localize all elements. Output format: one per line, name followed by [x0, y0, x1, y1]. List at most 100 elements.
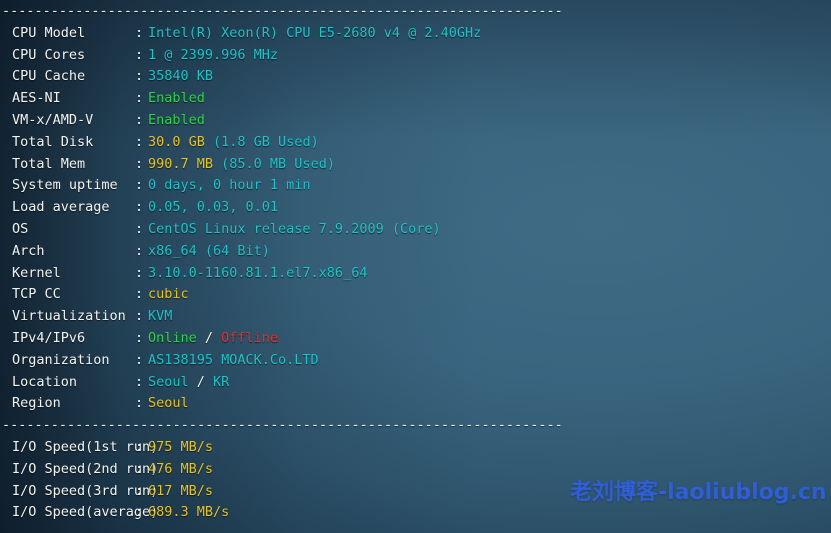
row-label: IPv4/IPv6	[12, 329, 86, 346]
value-part: KVM	[148, 308, 173, 325]
info-row: Total Disk:30.0 GB (1.8 GB Used)	[0, 132, 831, 154]
row-colon: :	[135, 220, 144, 237]
value-part: x86_64 (64 Bit)	[148, 242, 270, 259]
row-value: 0.05, 0.03, 0.01	[148, 199, 278, 215]
value-part: 1 @ 2399.996 MHz	[148, 46, 279, 63]
info-row: CPU Cache:35840 KB	[0, 66, 831, 88]
row-value: 476 MB/s	[148, 461, 213, 477]
value-part: KR	[213, 373, 230, 390]
row-value: KVM	[148, 308, 172, 324]
row-colon: :	[135, 482, 144, 499]
value-part: CentOS Linux release 7.9.2009 (Core)	[148, 220, 441, 237]
value-part: Enabled	[148, 90, 205, 107]
value-part: cubic	[148, 286, 189, 303]
row-label: I/O Speed(3rd run)	[12, 482, 159, 499]
row-colon: :	[135, 286, 144, 303]
info-row: CPU Cores:1 @ 2399.996 MHz	[0, 45, 831, 67]
value-part: 617 MB/s	[148, 482, 214, 499]
section-system-info: CPU Model: Intel(R) Xeon(R) CPU E5-2680 v…	[0, 23, 831, 415]
row-label: Organization	[12, 351, 110, 368]
row-colon: :	[135, 264, 144, 281]
row-value: Seoul	[148, 395, 189, 411]
value-part: 30.0 GB	[148, 133, 205, 150]
row-value: Seoul / KR	[148, 374, 229, 390]
separator-line: ----------------------------------------…	[0, 524, 831, 533]
site-watermark: 老刘博客-laoliublog.cn	[570, 480, 827, 505]
value-part: 975 MB/s	[148, 438, 214, 455]
value-part: Intel(R) Xeon(R) CPU E5-2680 v4 @ 2.40GH…	[148, 24, 482, 41]
info-row: VM-x/AMD-V: Enabled	[0, 110, 831, 132]
value-part: Online	[148, 329, 197, 346]
row-colon: :	[135, 177, 144, 194]
row-value: x86_64 (64 Bit)	[148, 243, 270, 259]
value-part: 0 days, 0 hour 1 min	[148, 177, 311, 194]
row-label: Kernel	[12, 264, 61, 281]
info-row: I/O Speed(average): 689.3 MB/s	[0, 502, 831, 524]
row-value: 975 MB/s	[148, 439, 213, 455]
value-part: /	[196, 329, 222, 346]
row-label: System uptime	[12, 177, 118, 194]
row-value: 1 @ 2399.996 MHz	[148, 47, 278, 63]
value-part: 476 MB/s	[148, 460, 214, 477]
info-row: Load average:0.05, 0.03, 0.01	[0, 197, 831, 219]
info-row: Arch: x86_64 (64 Bit)	[0, 241, 831, 263]
row-value: 617 MB/s	[148, 483, 213, 499]
row-label: Virtualization	[12, 308, 126, 325]
separator-line: ----------------------------------------…	[2, 417, 563, 434]
row-colon: :	[135, 111, 144, 128]
row-value: cubic	[148, 286, 189, 302]
row-colon: :	[135, 329, 144, 346]
row-label: TCP CC	[12, 286, 61, 303]
row-value: 0 days, 0 hour 1 min	[148, 177, 311, 193]
row-label: Location	[12, 373, 78, 390]
value-part: 0.05, 0.03, 0.01	[148, 199, 279, 216]
row-colon: :	[135, 155, 144, 172]
info-row: I/O Speed(2nd run): 476 MB/s	[0, 459, 831, 481]
row-value: Enabled	[148, 90, 205, 106]
row-label: CPU Cores	[12, 46, 86, 63]
row-value: Online / Offline	[148, 330, 278, 346]
row-label: Region	[12, 395, 61, 412]
row-label: I/O Speed(2nd run)	[12, 460, 159, 477]
row-colon: :	[135, 351, 144, 368]
value-part: AS138195 MOACK.Co.LTD	[148, 351, 319, 368]
row-value: CentOS Linux release 7.9.2009 (Core)	[148, 221, 441, 237]
value-part: Seoul	[148, 395, 189, 412]
row-colon: :	[135, 133, 144, 150]
separator-line: ----------------------------------------…	[2, 3, 563, 19]
row-colon: :	[135, 46, 144, 63]
row-label: I/O Speed(1st run)	[12, 438, 159, 455]
info-row: Location: Seoul / KR	[0, 372, 831, 394]
info-row: AES-NI: Enabled	[0, 88, 831, 110]
value-part: 990.7 MB	[148, 155, 214, 172]
row-label: CPU Cache	[12, 68, 86, 85]
info-row: IPv4/IPv6: Online / Offline	[0, 328, 831, 350]
info-row: CPU Model: Intel(R) Xeon(R) CPU E5-2680 v…	[0, 23, 831, 45]
value-part: (85.0 MB Used)	[213, 155, 335, 172]
row-value: Enabled	[148, 112, 205, 128]
info-row: I/O Speed(1st run): 975 MB/s	[0, 437, 831, 459]
row-colon: :	[135, 460, 144, 477]
row-value: 990.7 MB (85.0 MB Used)	[148, 156, 335, 172]
terminal-screen: ----------------------------------------…	[0, 0, 831, 533]
row-label: VM-x/AMD-V	[12, 111, 94, 128]
info-row: Organization: AS138195 MOACK.Co.LTD	[0, 350, 831, 372]
value-part: Enabled	[148, 111, 205, 128]
row-colon: :	[135, 373, 144, 390]
value-part: Seoul	[148, 373, 189, 390]
row-value: 3.10.0-1160.81.1.el7.x86_64	[148, 265, 367, 281]
row-colon: :	[135, 242, 144, 259]
info-row: TCP CC: cubic	[0, 284, 831, 306]
row-value: AS138195 MOACK.Co.LTD	[148, 352, 319, 368]
info-row: System uptime:0 days, 0 hour 1 min	[0, 175, 831, 197]
row-colon: :	[135, 24, 144, 41]
info-row: Kernel:3.10.0-1160.81.1.el7.x86_64	[0, 263, 831, 285]
row-label: OS	[12, 220, 29, 237]
row-value: 35840 KB	[148, 68, 213, 84]
value-part: 35840 KB	[148, 68, 214, 85]
row-label: AES-NI	[12, 90, 61, 107]
row-value: Intel(R) Xeon(R) CPU E5-2680 v4 @ 2.40GH…	[148, 25, 481, 41]
value-part: 3.10.0-1160.81.1.el7.x86_64	[148, 264, 368, 281]
row-colon: :	[135, 68, 144, 85]
row-colon: :	[135, 438, 144, 455]
